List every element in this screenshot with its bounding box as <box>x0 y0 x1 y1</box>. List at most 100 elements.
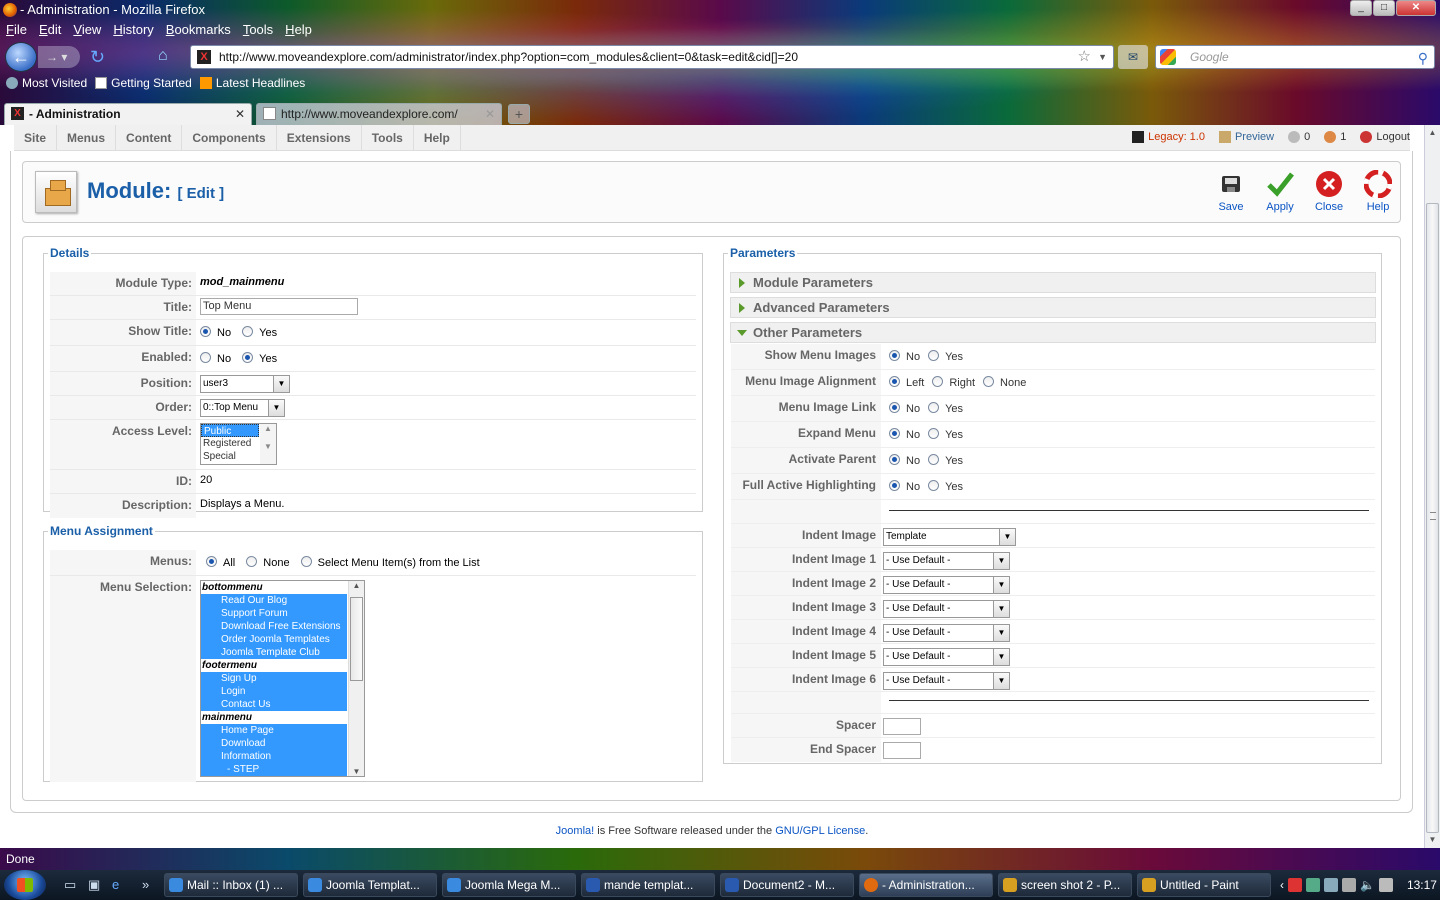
menu-item[interactable]: Contact Us <box>201 698 347 711</box>
license-link[interactable]: GNU/GPL License <box>775 825 865 837</box>
bookmark-latest-headlines[interactable]: Latest Headlines <box>199 76 305 90</box>
admin-menu-help[interactable]: Help <box>414 125 461 151</box>
scroll-up-icon[interactable]: ▲ <box>349 581 364 590</box>
url-bar[interactable]: X http://www.moveandexplore.com/administ… <box>190 45 1114 69</box>
radio-yes[interactable] <box>928 402 940 413</box>
search-input[interactable]: Google ⚲ <box>1155 45 1435 69</box>
reload-icon[interactable]: ↻ <box>90 47 105 68</box>
enabled-yes-radio[interactable] <box>242 352 254 363</box>
indent-image-select[interactable]: Template ▼ <box>883 528 1016 546</box>
taskbar-item[interactable]: Joomla Templat... <box>303 873 437 897</box>
close-button[interactable]: Close <box>1307 170 1351 213</box>
radio-no[interactable] <box>889 480 900 491</box>
menu-item[interactable]: Download Free Extensions <box>201 620 347 633</box>
radio-no[interactable] <box>889 454 900 465</box>
clock[interactable]: 13:17 <box>1407 878 1437 892</box>
minimize-button[interactable]: _ <box>1350 0 1372 16</box>
admin-menu-extensions[interactable]: Extensions <box>277 125 362 151</box>
taskbar-item[interactable]: Untitled - Paint <box>1137 873 1271 897</box>
tab-close-icon[interactable]: ✕ <box>485 104 495 124</box>
menu-item[interactable]: Joomla Template Club <box>201 646 347 659</box>
taskbar-item[interactable]: screen shot 2 - P... <box>998 873 1132 897</box>
forward-button[interactable]: → ▾ <box>38 46 80 68</box>
taskbar-item[interactable]: Document2 - M... <box>720 873 854 897</box>
menu-item[interactable]: Read Our Blog <box>201 594 347 607</box>
radio-no[interactable] <box>889 350 900 361</box>
access-option[interactable]: Special <box>201 450 259 463</box>
tray-app-icon[interactable] <box>1342 878 1356 892</box>
menus-select-radio[interactable] <box>300 556 312 567</box>
admin-menu-tools[interactable]: Tools <box>362 125 414 151</box>
radio-yes[interactable] <box>928 480 940 491</box>
order-select[interactable]: 0::Top Menu ▼ <box>200 399 285 417</box>
menu-item[interactable]: Sign Up <box>201 672 347 685</box>
scroll-down-icon[interactable]: ▼ <box>1425 832 1440 848</box>
scroll-down-icon[interactable]: ▼ <box>349 767 364 776</box>
radio-left[interactable] <box>889 376 900 387</box>
menu-tools[interactable]: Tools <box>243 20 273 40</box>
menu-item[interactable]: Order Joomla Templates <box>201 633 347 646</box>
bookmark-getting-started[interactable]: Getting Started <box>95 76 192 90</box>
radio-yes[interactable] <box>928 428 940 439</box>
new-tab-button[interactable]: + <box>508 104 530 124</box>
help-button[interactable]: Help <box>1356 170 1400 213</box>
taskbar-item-active[interactable]: - Administration... <box>859 873 993 897</box>
radio-no[interactable] <box>889 428 900 439</box>
menu-view[interactable]: View <box>73 20 101 40</box>
mail-icon[interactable]: ✉ <box>1118 45 1148 69</box>
tab-administration[interactable]: X - Administration ✕ <box>4 103 252 125</box>
bookmark-most-visited[interactable]: Most Visited <box>6 76 87 90</box>
menu-item[interactable]: Information <box>201 750 347 763</box>
tray-app-icon[interactable] <box>1288 878 1302 892</box>
preview-link[interactable]: Preview <box>1218 125 1274 149</box>
radio-right[interactable] <box>932 376 944 387</box>
menu-item[interactable]: Home Page <box>201 724 347 737</box>
show-title-no-radio[interactable] <box>200 326 211 337</box>
menu-item[interactable]: Login <box>201 685 347 698</box>
online-users[interactable]: 1 <box>1324 125 1346 149</box>
indent-image-6-select[interactable]: - Use Default - ▼ <box>883 672 1010 690</box>
radio-none[interactable] <box>983 376 995 387</box>
show-desktop-icon[interactable]: ▭ <box>64 877 76 893</box>
menu-item[interactable]: Download <box>201 737 347 750</box>
apply-button[interactable]: Apply <box>1258 170 1302 213</box>
indent-image-1-select[interactable]: - Use Default - ▼ <box>883 552 1010 570</box>
scroll-thumb[interactable] <box>350 597 363 681</box>
menu-edit[interactable]: Edit <box>39 20 61 40</box>
volume-icon[interactable]: 🔈 <box>1360 878 1375 892</box>
admin-menu-components[interactable]: Components <box>182 125 277 151</box>
menus-all-radio[interactable] <box>206 556 217 567</box>
menu-file[interactable]: File <box>6 20 27 40</box>
end-spacer-input[interactable] <box>883 742 921 759</box>
page-scrollbar[interactable]: ▲ ▼ <box>1424 125 1440 848</box>
position-select[interactable]: user3 ▼ <box>200 375 290 393</box>
taskbar-item[interactable]: Joomla Mega M... <box>442 873 576 897</box>
menu-bookmarks[interactable]: Bookmarks <box>166 20 231 40</box>
spacer-input[interactable] <box>883 718 921 735</box>
window-close-button[interactable]: ✕ <box>1396 0 1436 16</box>
tab-close-icon[interactable]: ✕ <box>235 104 245 124</box>
network-icon[interactable] <box>1324 878 1338 892</box>
advanced-parameters-toggle[interactable]: Advanced Parameters <box>730 297 1376 318</box>
menu-help[interactable]: Help <box>285 20 312 40</box>
menus-none-radio[interactable] <box>246 556 258 567</box>
logout-link[interactable]: Logout <box>1360 125 1410 149</box>
scroll-thumb[interactable] <box>1426 203 1439 833</box>
radio-yes[interactable] <box>928 454 940 465</box>
more-icon[interactable]: » <box>142 877 149 892</box>
menu-history[interactable]: History <box>113 20 153 40</box>
radio-no[interactable] <box>889 402 900 413</box>
enabled-no-radio[interactable] <box>200 352 211 363</box>
admin-menu-content[interactable]: Content <box>116 125 183 151</box>
admin-menu-menus[interactable]: Menus <box>57 125 117 151</box>
menu-group[interactable]: mainmenu <box>201 711 364 724</box>
menu-selection-scrollbar[interactable]: ▲ ▼ <box>348 581 364 776</box>
messages-link[interactable]: 0 <box>1288 125 1310 149</box>
scroll-up-icon[interactable]: ▲ <box>1425 125 1440 141</box>
radio-yes[interactable] <box>928 350 940 361</box>
back-button[interactable]: ← <box>5 42 37 72</box>
menu-item[interactable]: Support Forum <box>201 607 347 620</box>
joomla-link[interactable]: Joomla! <box>556 825 595 837</box>
tray-app-icon[interactable] <box>1306 878 1320 892</box>
taskbar-item[interactable]: Mail :: Inbox (1) ... <box>164 873 298 897</box>
